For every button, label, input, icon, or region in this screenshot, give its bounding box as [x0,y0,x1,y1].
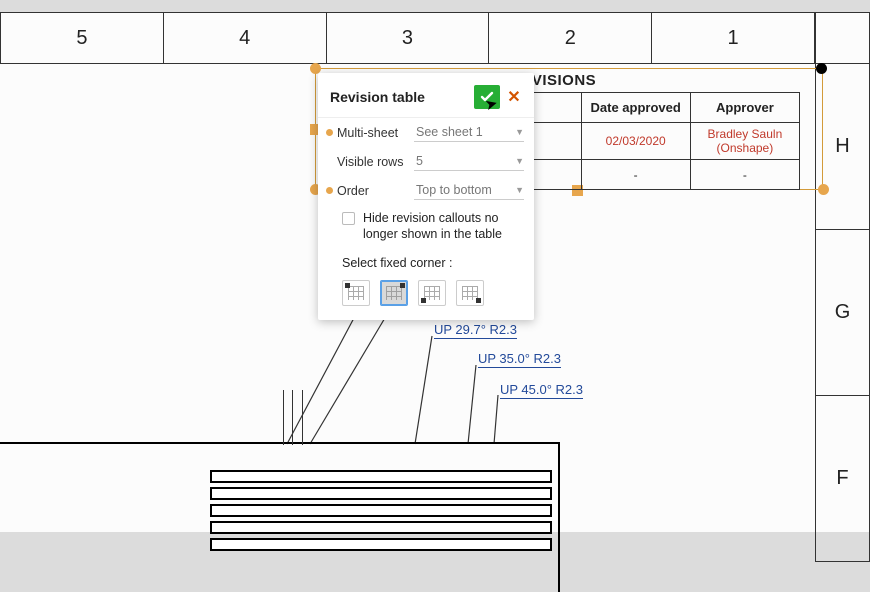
rev-col-date: Date approved [581,93,690,123]
rev-approver: Bradley Sauln (Onshape) [690,123,799,160]
col-header: 3 [326,12,489,64]
row-header: H [815,64,870,230]
col-header: 5 [0,12,163,64]
col-header: 1 [651,12,815,64]
property-dot [326,187,333,194]
column-headers: 5 4 3 2 1 [0,12,815,64]
chevron-down-icon: ▼ [515,156,524,166]
rev-date: 02/03/2020 [581,123,690,160]
col-header: 2 [488,12,651,64]
corner-top-right[interactable] [380,280,408,306]
annotation[interactable]: UP 35.0° R2.3 [478,351,561,368]
revision-table-properties-popup: Revision table ✕ Multi-sheet See sheet 1… [318,73,534,320]
chevron-down-icon: ▼ [515,127,524,137]
annotation[interactable]: UP 45.0° R2.3 [500,382,583,399]
property-dot [326,129,333,136]
order-select[interactable]: Top to bottom ▼ [414,181,524,200]
visible-rows-select[interactable]: 5 ▼ [414,152,524,171]
rev-date: - [581,160,690,190]
row-header: G [815,230,870,396]
visible-rows-label: Visible rows [337,155,403,169]
popup-title: Revision table [330,89,425,105]
col-header: 4 [163,12,326,64]
chevron-down-icon: ▼ [515,185,524,195]
corner-bottom-right[interactable] [456,280,484,306]
cancel-button[interactable]: ✕ [504,87,524,107]
rev-col-approver: Approver [690,93,799,123]
multi-sheet-select[interactable]: See sheet 1 ▼ [414,123,524,142]
corner-bottom-left[interactable] [418,280,446,306]
row-corner [815,12,870,64]
resize-handle-se[interactable] [818,184,829,195]
hide-callouts-label: Hide revision callouts no longer shown i… [363,211,524,242]
resize-handle-ne[interactable] [816,63,827,74]
corner-top-left[interactable] [342,280,370,306]
annotation[interactable]: UP 29.7° R2.3 [434,322,517,339]
multi-sheet-label: Multi-sheet [337,126,398,140]
row-headers: H G F [815,12,870,562]
order-label: Order [337,184,369,198]
part-view [0,442,570,552]
row-header: F [815,396,870,562]
rev-approver: - [690,160,799,190]
hide-callouts-checkbox[interactable] [342,212,355,225]
fixed-corner-label: Select fixed corner : [318,246,534,276]
